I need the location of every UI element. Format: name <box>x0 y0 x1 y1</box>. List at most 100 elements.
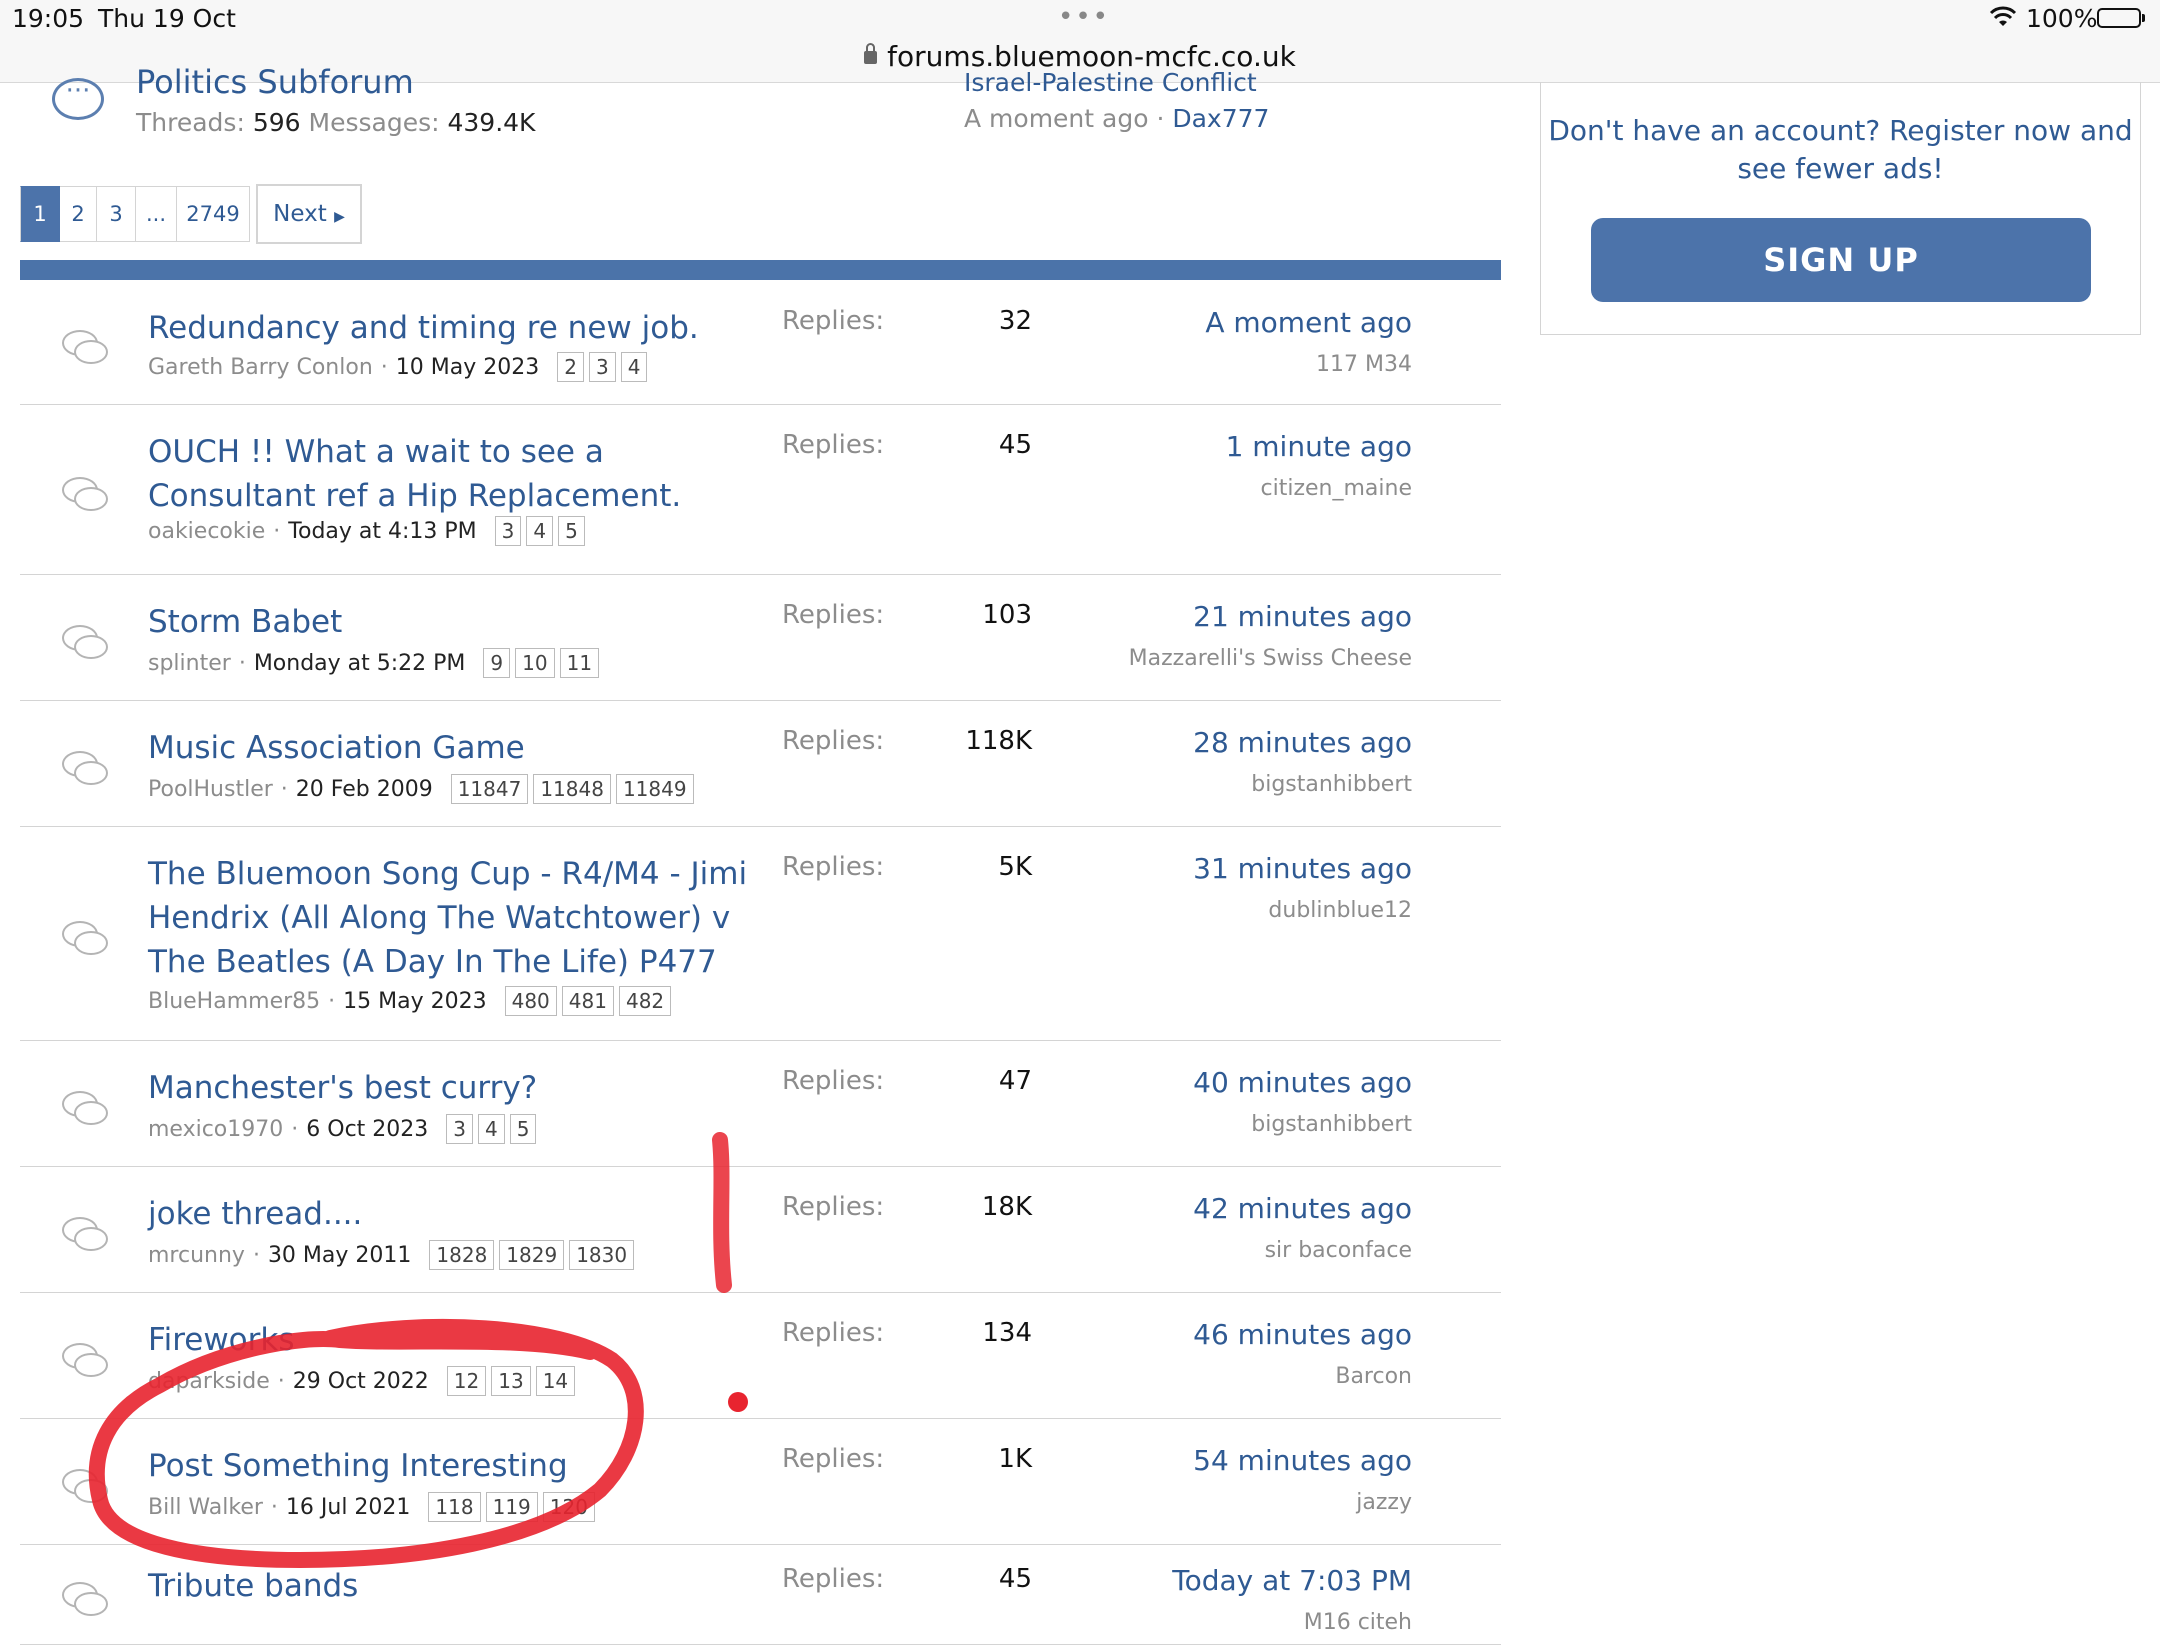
thread-page-link[interactable]: 3 <box>588 352 616 382</box>
thread-page-link[interactable]: 1829 <box>499 1240 565 1270</box>
replies-label: Replies: <box>782 1564 885 1594</box>
last-post-user[interactable]: M16 citeh <box>1050 1610 1412 1635</box>
last-post-user[interactable]: Barcon <box>1050 1364 1412 1389</box>
last-post-time[interactable]: 40 minutes ago <box>1050 1066 1412 1099</box>
more-dots-icon[interactable]: ••• <box>1058 2 1110 32</box>
thread-page-link[interactable]: 5 <box>558 516 585 546</box>
thread-page-link[interactable]: 14 <box>535 1366 576 1396</box>
last-post-time[interactable]: 46 minutes ago <box>1050 1318 1412 1351</box>
last-post-time[interactable]: 28 minutes ago <box>1050 726 1412 759</box>
thread-page-link[interactable]: 11848 <box>533 774 611 804</box>
replies-label: Replies: <box>782 600 885 630</box>
thread-title[interactable]: Manchester's best curry? <box>148 1066 748 1110</box>
thread-row[interactable]: OUCH !! What a wait to see a Consultant … <box>20 404 1501 575</box>
sign-up-button[interactable]: SIGN UP <box>1591 218 2091 302</box>
page-3[interactable]: 3 <box>97 186 136 242</box>
subforum-latest-meta: A moment ago · Dax777 <box>964 104 1270 133</box>
thread-author[interactable]: Bill Walker <box>148 1495 263 1520</box>
thread-author[interactable]: BlueHammer85 <box>148 989 320 1014</box>
thread-chat-icon <box>62 1469 108 1503</box>
thread-author[interactable]: Gareth Barry Conlon <box>148 355 373 380</box>
thread-page-link[interactable]: 119 <box>485 1492 538 1522</box>
last-post-user[interactable]: bigstanhibbert <box>1050 772 1412 797</box>
page-1[interactable]: 1 <box>20 186 60 242</box>
register-prompt[interactable]: Don't have an account? Register now and … <box>1541 112 2140 188</box>
thread-chat-icon <box>62 1091 108 1125</box>
thread-date: 16 Jul 2021 <box>285 1494 411 1520</box>
last-post-time[interactable]: 21 minutes ago <box>1050 600 1412 633</box>
thread-author[interactable]: PoolHustler <box>148 777 273 802</box>
thread-title[interactable]: Redundancy and timing re new job. <box>148 306 748 350</box>
thread-row[interactable]: Manchester's best curry? mexico1970 · 6 O… <box>20 1040 1501 1167</box>
thread-title[interactable]: Post Something Interesting <box>148 1444 748 1488</box>
last-post-user[interactable]: jazzy <box>1050 1490 1412 1515</box>
thread-page-link[interactable]: 120 <box>542 1492 595 1522</box>
thread-chat-icon <box>62 1217 108 1251</box>
thread-page-link[interactable]: 118 <box>428 1492 481 1522</box>
last-post-time[interactable]: 54 minutes ago <box>1050 1444 1412 1477</box>
thread-page-link[interactable]: 10 <box>515 648 555 678</box>
thread-author[interactable]: oakiecokie <box>148 519 265 544</box>
page-last[interactable]: 2749 <box>177 186 250 242</box>
thread-title[interactable]: OUCH !! What a wait to see a Consultant … <box>148 430 748 518</box>
last-post-user[interactable]: dublinblue12 <box>1050 898 1412 923</box>
thread-page-link[interactable]: 13 <box>491 1366 531 1396</box>
replies-label: Replies: <box>782 430 885 460</box>
thread-author[interactable]: mrcunny <box>148 1243 245 1268</box>
thread-row[interactable]: joke thread.... mrcunny · 30 May 2011 182… <box>20 1166 1501 1293</box>
thread-row[interactable]: The Bluemoon Song Cup - R4/M4 - Jimi Hen… <box>20 826 1501 1041</box>
thread-page-link[interactable]: 5 <box>509 1114 537 1144</box>
last-post-user[interactable]: citizen_maine <box>1050 476 1412 501</box>
last-post-time[interactable]: 42 minutes ago <box>1050 1192 1412 1225</box>
thread-title[interactable]: The Bluemoon Song Cup - R4/M4 - Jimi Hen… <box>148 852 748 984</box>
thread-title[interactable]: Fireworks <box>148 1318 748 1362</box>
last-post-user[interactable]: sir baconface <box>1050 1238 1412 1263</box>
last-post-time[interactable]: Today at 7:03 PM <box>1050 1564 1412 1597</box>
thread-author[interactable]: splinter <box>148 651 231 676</box>
last-post-time[interactable]: 31 minutes ago <box>1050 852 1412 885</box>
page-ellipsis[interactable]: ... <box>136 186 177 242</box>
last-post-user[interactable]: Mazzarelli's Swiss Cheese <box>1050 646 1412 671</box>
thread-row[interactable]: Music Association Game PoolHustler · 20 F… <box>20 700 1501 827</box>
thread-page-link[interactable]: 12 <box>446 1366 487 1396</box>
last-post-time[interactable]: A moment ago <box>1050 306 1412 339</box>
thread-page-link[interactable]: 480 <box>504 986 557 1016</box>
replies-label: Replies: <box>782 852 885 882</box>
thread-author[interactable]: mexico1970 <box>148 1117 283 1142</box>
thread-row[interactable]: Redundancy and timing re new job. Gareth… <box>20 280 1501 405</box>
thread-page-link[interactable]: 1828 <box>429 1240 495 1270</box>
thread-author[interactable]: daparkside <box>148 1369 270 1394</box>
page-2[interactable]: 2 <box>60 186 97 242</box>
thread-page-link[interactable]: 11 <box>559 648 600 678</box>
thread-page-link[interactable]: 481 <box>561 986 614 1016</box>
last-post-user[interactable]: 117 M34 <box>1050 352 1412 377</box>
subforum-latest-user[interactable]: Dax777 <box>1172 104 1269 133</box>
last-post-user[interactable]: bigstanhibbert <box>1050 1112 1412 1137</box>
subforum-title[interactable]: Politics Subforum <box>136 58 414 98</box>
last-post-time[interactable]: 1 minute ago <box>1050 430 1412 463</box>
thread-page-link[interactable]: 482 <box>618 986 672 1016</box>
thread-page-link[interactable]: 4 <box>478 1114 505 1144</box>
thread-page-link[interactable]: 4 <box>620 352 648 382</box>
thread-row[interactable]: Tribute bands Replies: 45 Today at 7:03 PM M… <box>20 1544 1501 1645</box>
thread-page-link[interactable]: 2 <box>557 352 584 382</box>
thread-chat-icon <box>62 921 108 955</box>
thread-meta: oakiecokie · Today at 4:13 PM 345 <box>148 516 590 546</box>
thread-page-link[interactable]: 1830 <box>569 1240 635 1270</box>
thread-page-link[interactable]: 11849 <box>615 774 694 804</box>
thread-page-link[interactable]: 11847 <box>450 774 529 804</box>
subforum-latest-title[interactable]: Israel-Palestine Conflict <box>964 64 1264 94</box>
thread-page-link[interactable]: 3 <box>494 516 522 546</box>
thread-title[interactable]: Storm Babet <box>148 600 748 644</box>
thread-title[interactable]: Tribute bands <box>148 1564 748 1608</box>
thread-row[interactable]: Post Something Interesting Bill Walker · … <box>20 1418 1501 1545</box>
thread-page-link[interactable]: 4 <box>526 516 554 546</box>
thread-row[interactable]: Storm Babet splinter · Monday at 5:22 PM … <box>20 574 1501 701</box>
thread-row[interactable]: Fireworks daparkside · 29 Oct 2022 12 13 14… <box>20 1292 1501 1419</box>
thread-page-link[interactable]: 9 <box>483 648 511 678</box>
thread-title[interactable]: Music Association Game <box>148 726 748 770</box>
thread-title[interactable]: joke thread.... <box>148 1192 748 1236</box>
next-page-button[interactable]: Next ▶ <box>256 184 362 244</box>
thread-pages: 9 10 11 <box>483 648 604 678</box>
thread-page-link[interactable]: 3 <box>446 1114 474 1144</box>
